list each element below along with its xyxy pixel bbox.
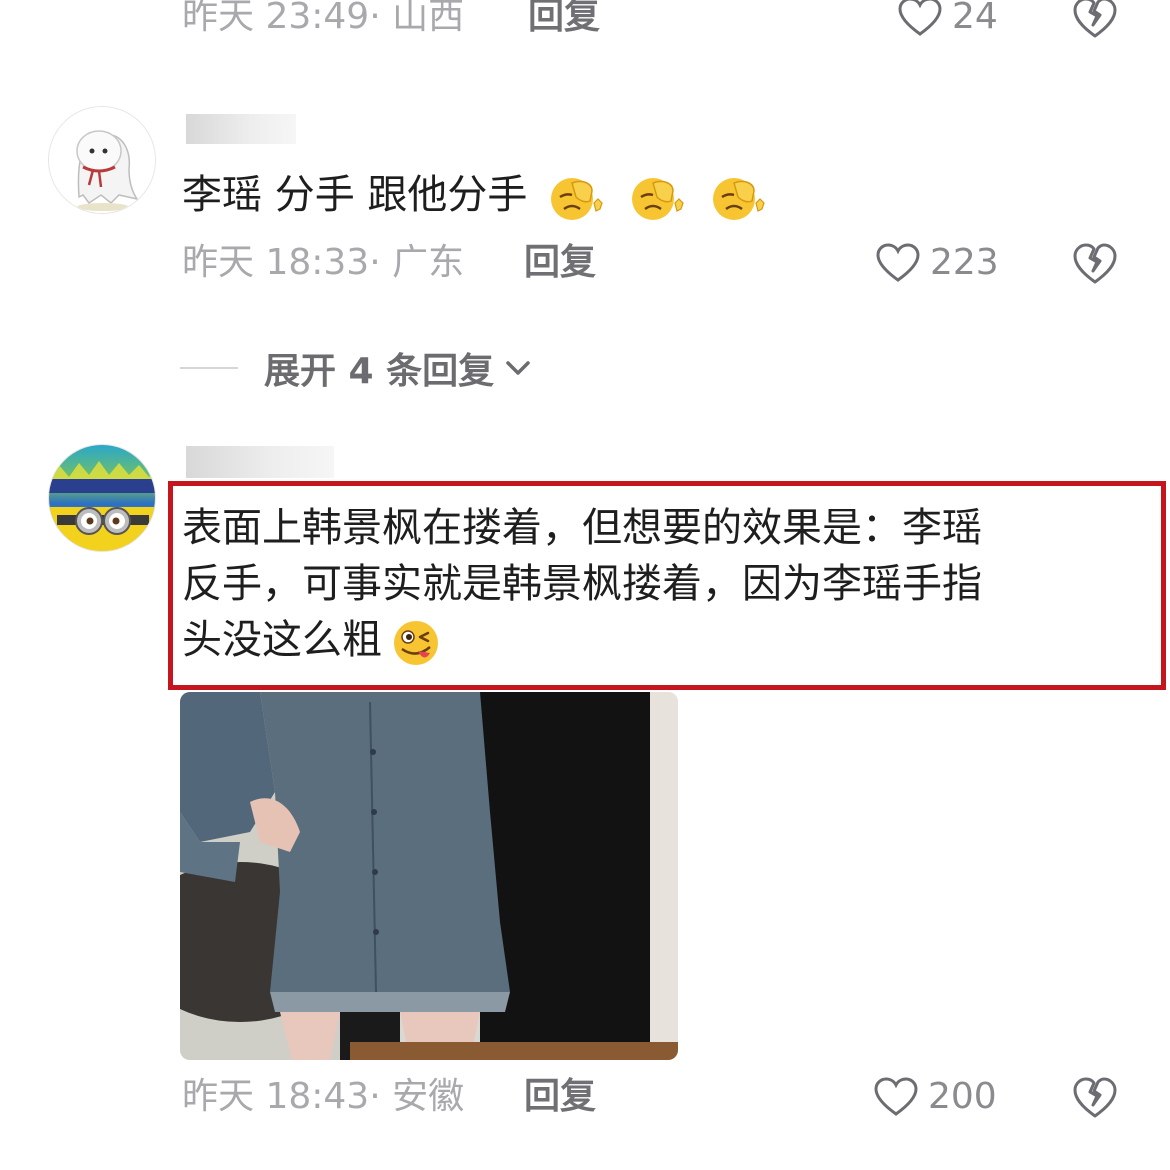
- like-button[interactable]: 24: [898, 0, 998, 42]
- like-count: 200: [928, 1076, 997, 1117]
- username-blurred[interactable]: [186, 114, 296, 144]
- reply-button[interactable]: 回复: [524, 238, 596, 288]
- username-blurred[interactable]: [186, 446, 334, 478]
- comment-feed: 昨天 23:49· 山西 回复 24 李瑶 分手 跟他分手 昨天 18:33· …: [0, 0, 1170, 1170]
- heart-icon: [876, 243, 920, 282]
- comment-meta-row: 昨天 18:33· 广东 回复 223: [182, 238, 1142, 288]
- chevron-down-icon: [506, 361, 530, 375]
- comment-line-last: 头没这么粗: [182, 612, 1142, 668]
- comment-line: 表面上韩景枫在搂着，但想要的效果是：李瑶: [182, 505, 982, 551]
- like-count: 223: [930, 242, 999, 283]
- comment-line: 头没这么粗: [182, 617, 382, 663]
- heart-icon: [898, 0, 942, 36]
- like-button[interactable]: 223: [876, 238, 999, 288]
- comment-timestamp-location: 昨天 18:33· 广东: [182, 242, 465, 283]
- comment-text: 李瑶 分手 跟他分手: [182, 168, 770, 222]
- reply-button[interactable]: 回复: [524, 1072, 596, 1122]
- like-button[interactable]: 200: [874, 1072, 997, 1122]
- facepalm-emoji-icon: [712, 178, 765, 220]
- expand-replies-button[interactable]: 展开 4 条回复: [180, 340, 534, 396]
- heart-icon: [874, 1077, 918, 1116]
- comment-meta-row: 昨天 23:49· 山西 回复 24: [182, 0, 1142, 42]
- avatar[interactable]: [48, 106, 156, 214]
- facepalm-emoji-icon: [631, 178, 684, 220]
- winking-tongue-emoji-icon: [394, 621, 438, 665]
- facepalm-emoji-icon: [551, 178, 603, 220]
- denim-outfit-photo: [180, 692, 678, 1060]
- comment-timestamp-location: 昨天 18:43· 安徽: [182, 1076, 465, 1117]
- comment-meta-row: 昨天 18:43· 安徽 回复 200: [182, 1072, 1142, 1122]
- comment-line: 反手，可事实就是韩景枫搂着，因为李瑶手指: [182, 561, 982, 607]
- expand-replies-label: 展开 4 条回复: [264, 351, 495, 392]
- reply-button[interactable]: 回复: [528, 0, 600, 42]
- broken-heart-icon[interactable]: [1072, 1074, 1118, 1120]
- avatar[interactable]: [48, 444, 156, 552]
- expand-divider: [180, 367, 238, 369]
- ghost-avatar-icon: [49, 107, 155, 213]
- comment-body: 李瑶 分手 跟他分手: [182, 172, 528, 218]
- comment-timestamp-location: 昨天 23:49· 山西: [182, 0, 465, 37]
- comment-text: 表面上韩景枫在搂着，但想要的效果是：李瑶 反手，可事实就是韩景枫搂着，因为李瑶手…: [182, 500, 1142, 668]
- like-count: 24: [952, 0, 998, 37]
- minion-avatar-icon: [49, 445, 155, 551]
- comment-image[interactable]: [180, 692, 678, 1060]
- broken-heart-icon[interactable]: [1072, 0, 1118, 40]
- broken-heart-icon[interactable]: [1072, 240, 1118, 286]
